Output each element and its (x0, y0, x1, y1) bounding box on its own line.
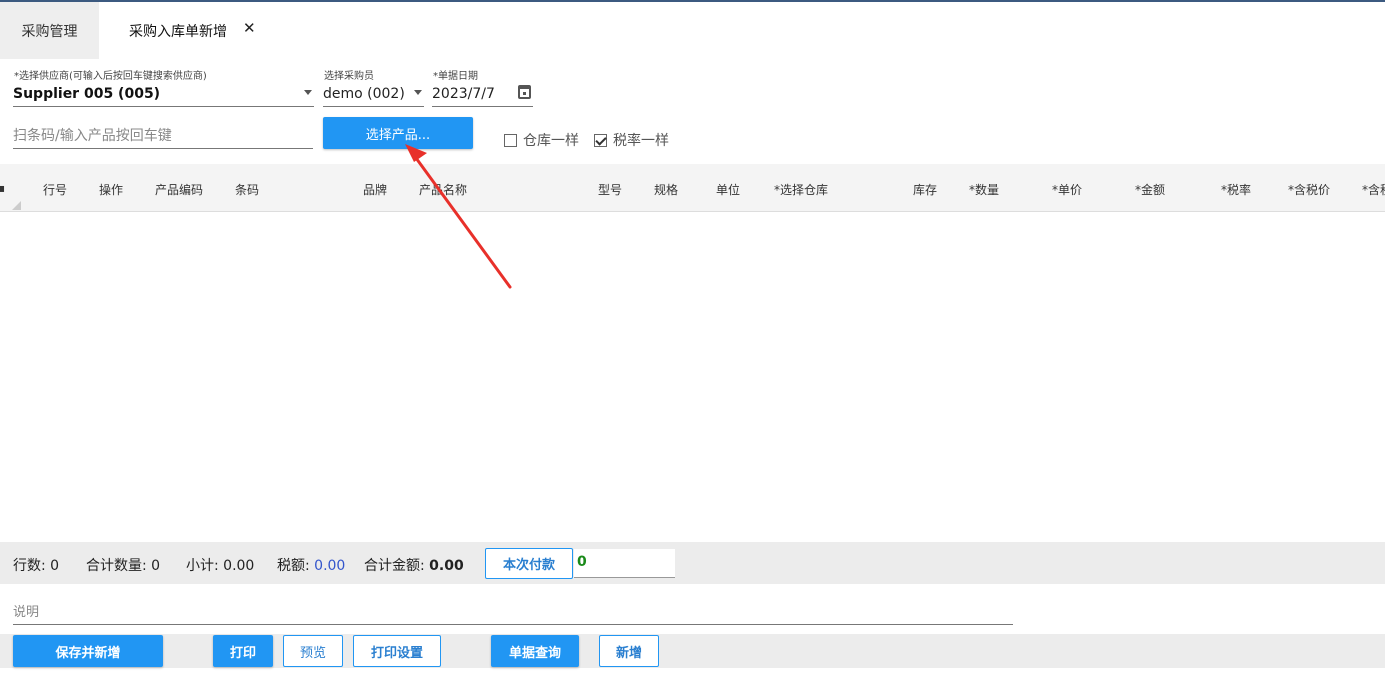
supplier-label: *选择供应商(可输入后按回车键搜索供应商) (14, 71, 207, 82)
close-icon[interactable]: ✕ (243, 19, 256, 37)
col-quantity[interactable]: *数量 (969, 181, 999, 198)
total-quantity: 合计数量: 0 (86, 558, 161, 574)
print-button[interactable]: 打印 (213, 635, 273, 667)
col-barcode[interactable]: 条码 (235, 181, 259, 198)
buyer-value: demo (002) (323, 86, 405, 102)
subtotal: 小计: 0.00 (186, 558, 255, 574)
table-body (0, 213, 1385, 542)
col-amount[interactable]: *金额 (1135, 181, 1165, 198)
col-product-code[interactable]: 产品编码 (155, 181, 203, 198)
same-warehouse-label: 仓库一样 (523, 133, 579, 149)
tab-purchase-management[interactable]: 采购管理 (0, 2, 99, 59)
select-product-button[interactable]: 选择产品... (323, 117, 473, 149)
buyer-select[interactable]: demo (002) (323, 82, 424, 107)
save-and-new-button[interactable]: 保存并新增 (13, 635, 163, 667)
supplier-select[interactable]: Supplier 005 (005) (13, 82, 314, 107)
document-query-button[interactable]: 单据查询 (491, 635, 579, 667)
rows-count: 行数: 0 (13, 558, 60, 574)
note-placeholder: 说明 (13, 605, 40, 620)
col-row-no[interactable]: 行号 (43, 181, 67, 198)
add-new-button[interactable]: 新增 (599, 635, 659, 667)
col-tax-rate[interactable]: *税率 (1221, 181, 1251, 198)
supplier-value: Supplier 005 (005) (13, 86, 161, 102)
barcode-placeholder: 扫条码/输入产品按回车键 (13, 128, 172, 144)
col-warehouse[interactable]: *选择仓库 (774, 181, 828, 198)
chevron-down-icon[interactable] (414, 90, 422, 95)
calendar-icon[interactable] (518, 85, 531, 99)
resize-corner-icon (12, 201, 21, 210)
buyer-label: 选择采购员 (324, 71, 374, 82)
col-brand[interactable]: 品牌 (363, 181, 387, 198)
date-value: 2023/7/7 (432, 86, 495, 102)
table-header: ▪ 行号 操作 产品编码 条码 品牌 产品名称 型号 规格 单位 *选择仓库 库… (0, 164, 1385, 212)
same-tax-label: 税率一样 (613, 133, 669, 149)
col-edge-marker: ▪ (0, 181, 6, 195)
date-label: *单据日期 (433, 71, 478, 82)
checkbox-checked-icon[interactable] (594, 133, 607, 147)
tab-bar: 采购管理 采购入库单新增 ✕ (0, 2, 1385, 59)
summary-bar: 行数: 0 合计数量: 0 小计: 0.00 税额: 0.00 合计金额: 0.… (0, 542, 1385, 584)
col-tax-inclusive-price[interactable]: *含税价 (1288, 181, 1330, 198)
payment-amount-input[interactable]: 0 (574, 549, 675, 578)
col-spec[interactable]: 规格 (654, 181, 678, 198)
grand-total: 合计金额: 0.00 (364, 558, 464, 574)
preview-button[interactable]: 预览 (283, 635, 343, 667)
col-unit-price[interactable]: *单价 (1052, 181, 1082, 198)
same-tax-checkbox[interactable]: 税率一样 (594, 130, 669, 150)
col-product-name[interactable]: 产品名称 (419, 181, 467, 198)
col-unit[interactable]: 单位 (716, 181, 740, 198)
checkbox-icon[interactable] (504, 133, 517, 147)
col-tax-inclusive-amount[interactable]: *含税 (1362, 181, 1385, 198)
note-input[interactable] (13, 624, 1013, 625)
barcode-input[interactable]: 扫条码/输入产品按回车键 (13, 122, 313, 149)
action-bar (0, 634, 1385, 668)
col-stock[interactable]: 库存 (913, 181, 937, 198)
print-settings-button[interactable]: 打印设置 (353, 635, 441, 667)
date-field[interactable]: 2023/7/7 (432, 82, 533, 107)
col-action[interactable]: 操作 (99, 181, 123, 198)
chevron-down-icon[interactable] (304, 90, 312, 95)
pay-now-button[interactable]: 本次付款 (485, 548, 573, 579)
tax-amount: 税额: 0.00 (277, 558, 346, 574)
same-warehouse-checkbox[interactable]: 仓库一样 (504, 130, 579, 150)
col-model[interactable]: 型号 (598, 181, 622, 198)
